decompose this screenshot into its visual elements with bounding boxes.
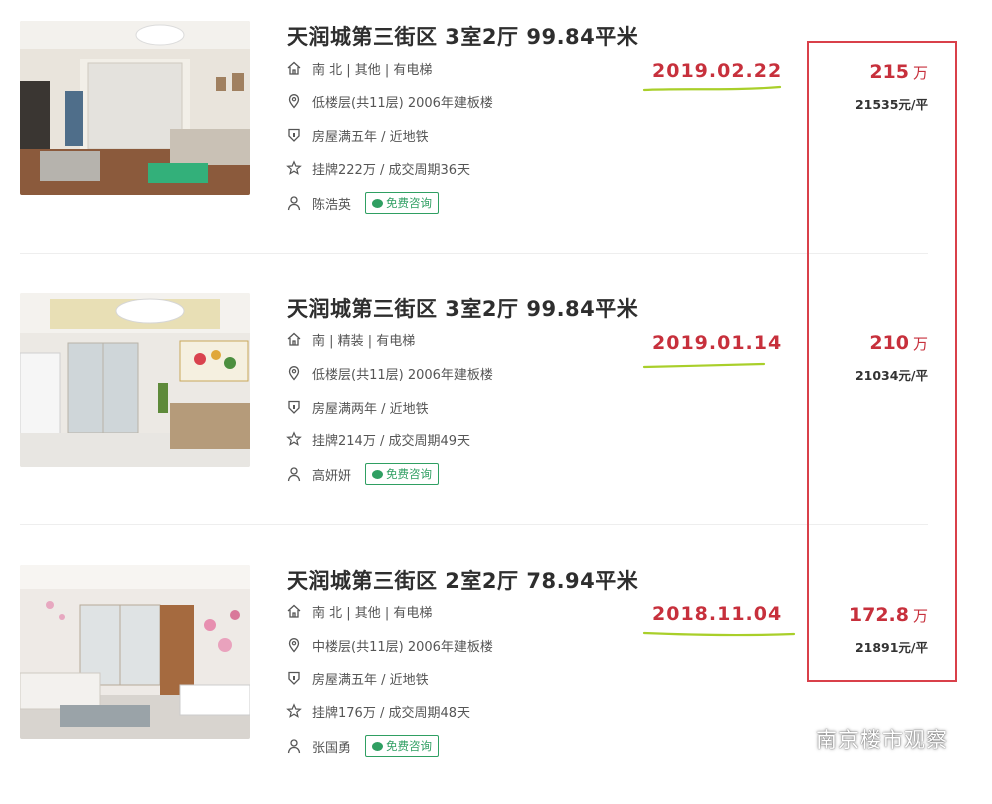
orientation-text: 南 北 | 其他 | 有电梯	[312, 605, 433, 621]
floor-row: 低楼层(共11层) 2006年建板楼	[286, 91, 493, 111]
listing-info-row: 挂牌214万 / 成交周期49天	[286, 429, 470, 449]
agent-row: 高妍妍 免费咨询	[286, 463, 440, 485]
tags-row: 房屋满两年 / 近地铁	[286, 397, 429, 417]
orientation-row: 南 北 | 其他 | 有电梯	[286, 58, 432, 78]
location-pin-icon	[286, 365, 302, 381]
free-consult-label: 免费咨询	[386, 467, 433, 481]
house-icon	[286, 603, 302, 619]
agent-name[interactable]: 高妍妍	[312, 465, 351, 484]
tags-text: 房屋满两年 / 近地铁	[312, 401, 429, 417]
free-consult-button[interactable]: 免费咨询	[365, 735, 440, 757]
house-icon	[286, 331, 302, 347]
floor-text: 低楼层(共11层) 2006年建板楼	[312, 367, 493, 383]
listing-info-text: 挂牌214万 / 成交周期49天	[312, 433, 470, 449]
date-underline	[642, 85, 782, 92]
house-photo[interactable]	[20, 565, 250, 739]
watermark-text: 南京楼市观察	[816, 728, 948, 752]
location-pin-icon	[286, 93, 302, 109]
agent-row: 陈浩英 免费咨询	[286, 192, 440, 214]
orientation-row: 南 北 | 其他 | 有电梯	[286, 601, 432, 621]
price-highlight-box	[807, 41, 957, 682]
tags-text: 房屋满五年 / 近地铁	[312, 672, 429, 688]
star-icon	[286, 703, 302, 719]
house-photo[interactable]	[20, 21, 250, 195]
person-icon	[286, 195, 302, 211]
shield-icon	[286, 399, 302, 415]
free-consult-label: 免费咨询	[386, 739, 433, 753]
chat-icon	[372, 741, 384, 751]
divider	[20, 253, 928, 254]
deal-date: 2019.02.22	[652, 60, 783, 82]
person-icon	[286, 466, 302, 482]
free-consult-button[interactable]: 免费咨询	[365, 192, 440, 214]
agent-name[interactable]: 张国勇	[312, 737, 351, 756]
star-icon	[286, 160, 302, 176]
divider	[20, 524, 928, 525]
listing-info-text: 挂牌176万 / 成交周期48天	[312, 705, 470, 721]
person-icon	[286, 738, 302, 754]
date-underline	[642, 631, 796, 637]
listing-info-row: 挂牌176万 / 成交周期48天	[286, 701, 470, 721]
chat-icon	[372, 469, 384, 479]
floor-row: 低楼层(共11层) 2006年建板楼	[286, 363, 493, 383]
free-consult-button[interactable]: 免费咨询	[365, 463, 440, 485]
listing-info-text: 挂牌222万 / 成交周期36天	[312, 162, 470, 178]
deal-date: 2019.01.14	[652, 332, 783, 354]
listing-title[interactable]: 天润城第三街区 3室2厅 99.84平米	[287, 21, 638, 51]
date-underline	[642, 362, 766, 369]
star-icon	[286, 431, 302, 447]
shield-icon	[286, 127, 302, 143]
floor-text: 中楼层(共11层) 2006年建板楼	[312, 639, 493, 655]
tags-row: 房屋满五年 / 近地铁	[286, 125, 429, 145]
orientation-row: 南 | 精装 | 有电梯	[286, 329, 415, 349]
floor-text: 低楼层(共11层) 2006年建板楼	[312, 95, 493, 111]
listing-title[interactable]: 天润城第三街区 3室2厅 99.84平米	[287, 293, 638, 323]
watermark: 南京楼市观察	[776, 724, 948, 754]
floor-row: 中楼层(共11层) 2006年建板楼	[286, 635, 493, 655]
tags-text: 房屋满五年 / 近地铁	[312, 129, 429, 145]
listing-title[interactable]: 天润城第三街区 2室2厅 78.94平米	[287, 565, 638, 595]
chat-icon	[372, 198, 384, 208]
location-pin-icon	[286, 637, 302, 653]
orientation-text: 南 | 精装 | 有电梯	[312, 333, 416, 349]
agent-name[interactable]: 陈浩英	[312, 194, 351, 213]
orientation-text: 南 北 | 其他 | 有电梯	[312, 62, 433, 78]
house-icon	[286, 60, 302, 76]
tags-row: 房屋满五年 / 近地铁	[286, 668, 429, 688]
house-photo[interactable]	[20, 293, 250, 467]
agent-row: 张国勇 免费咨询	[286, 735, 440, 757]
shield-icon	[286, 670, 302, 686]
wechat-logo-icon	[777, 727, 808, 751]
free-consult-label: 免费咨询	[386, 196, 433, 210]
listing-info-row: 挂牌222万 / 成交周期36天	[286, 158, 470, 178]
deal-date: 2018.11.04	[652, 603, 783, 625]
